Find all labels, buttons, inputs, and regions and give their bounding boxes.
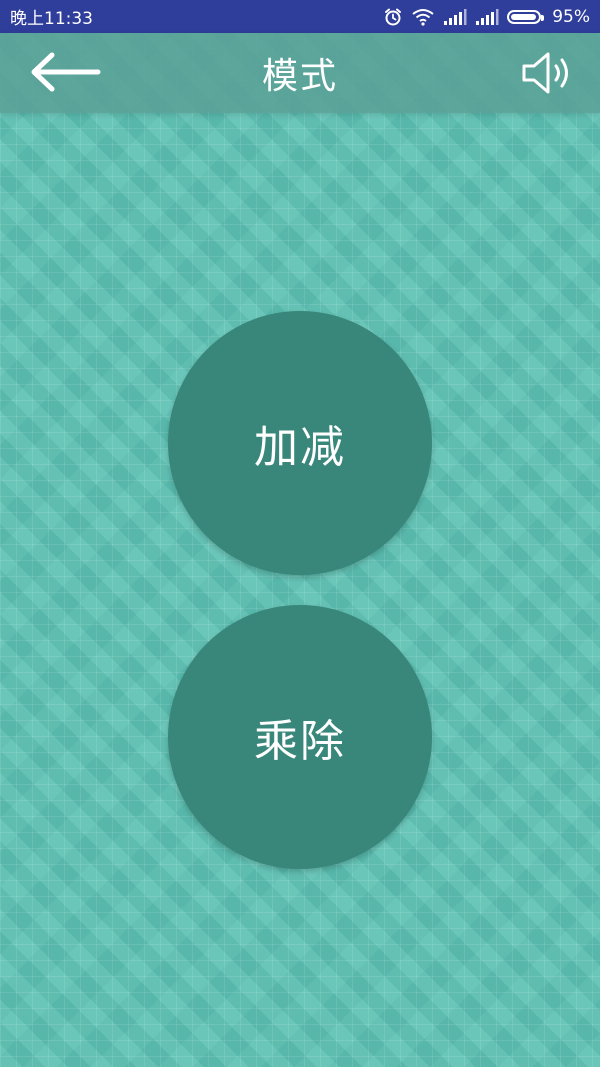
battery-icon (507, 9, 545, 24)
app-bar: 模式 (0, 33, 600, 113)
status-time: 晚上11:33 (10, 9, 93, 29)
signal-icon-2 (475, 8, 499, 26)
mode-label: 加减 (254, 422, 346, 473)
mode-label: 乘除 (254, 716, 346, 767)
wifi-icon (411, 8, 435, 26)
mode-add-subtract-button[interactable]: 加减 (168, 311, 432, 575)
status-bar: 晚上11:33 95% (0, 0, 600, 33)
alarm-icon (383, 7, 403, 27)
signal-icon-1 (443, 8, 467, 26)
battery-percent: 95% (552, 6, 590, 27)
sound-button[interactable] (516, 51, 578, 99)
mode-multiply-divide-button[interactable]: 乘除 (168, 605, 432, 869)
arrow-left-icon (28, 49, 102, 99)
speaker-icon (518, 50, 576, 100)
back-button[interactable] (28, 51, 104, 97)
status-icons: 95% (383, 7, 590, 27)
